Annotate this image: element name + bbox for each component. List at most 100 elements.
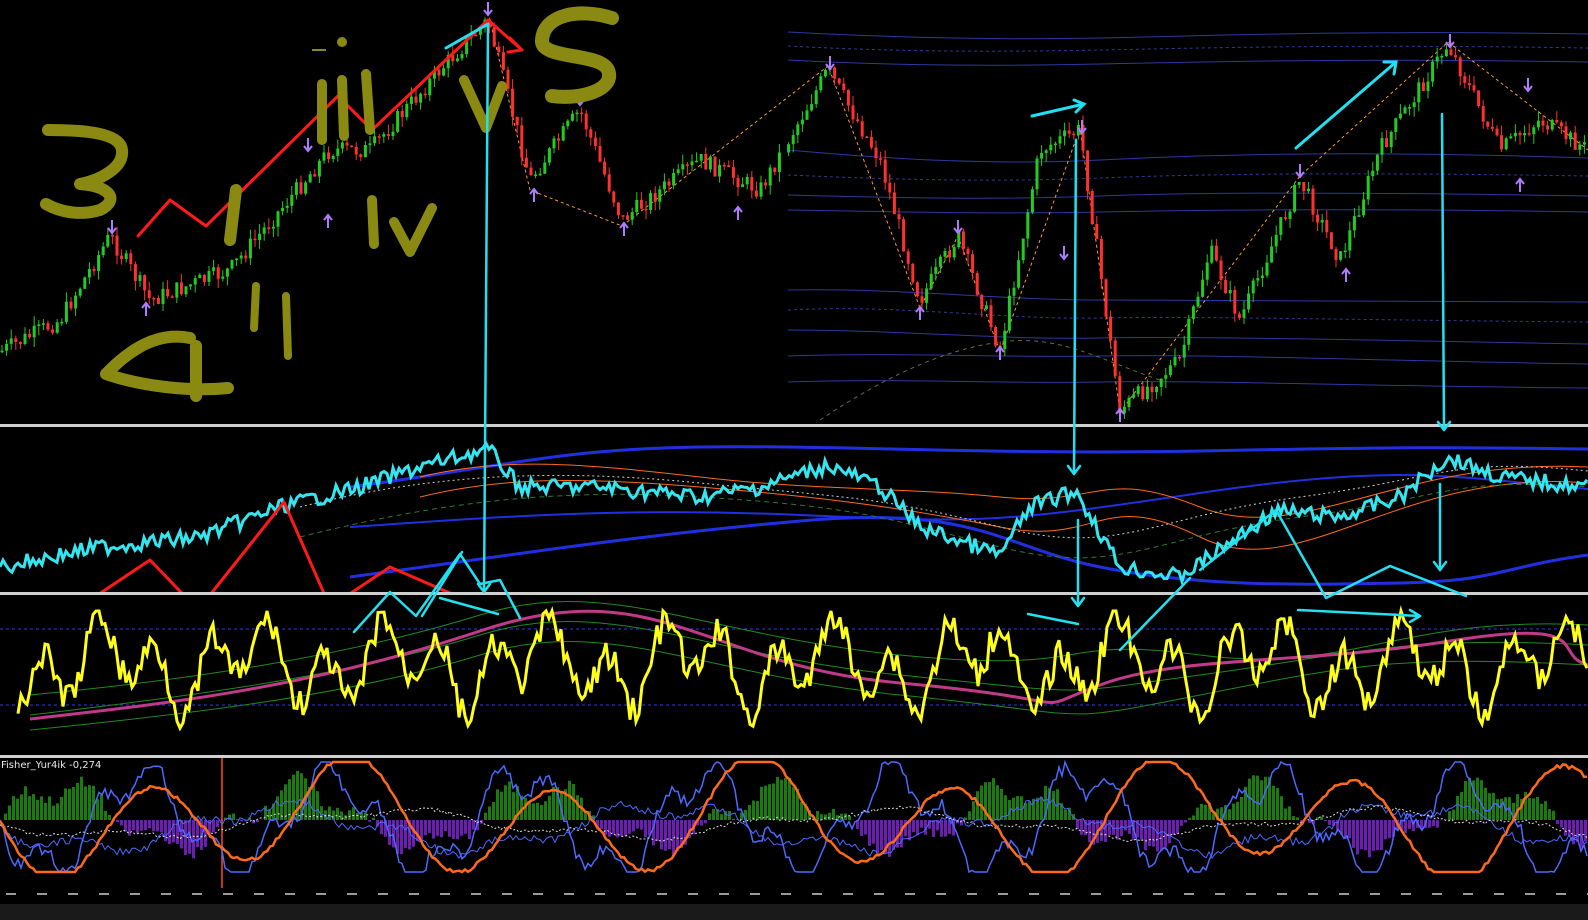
candle-body xyxy=(1210,245,1214,263)
histogram-bar xyxy=(1028,801,1031,820)
histogram-bar xyxy=(752,800,755,820)
histogram-bar xyxy=(712,808,715,820)
histogram-bar xyxy=(108,814,111,820)
candle-body xyxy=(221,276,225,279)
histogram-bar xyxy=(1240,796,1243,820)
candle-body xyxy=(929,273,933,289)
candle-body xyxy=(791,135,795,145)
histogram-bar xyxy=(1272,785,1275,820)
candle-body xyxy=(865,136,869,139)
histogram-bar xyxy=(892,820,895,851)
histogram-bar xyxy=(968,811,971,820)
candle-body xyxy=(69,301,73,309)
candle-body xyxy=(851,105,855,120)
candle-body xyxy=(649,193,653,210)
fractal-up-arrow-icon xyxy=(915,305,925,320)
candle-body xyxy=(718,164,722,177)
candle-body xyxy=(179,282,183,295)
candle-body xyxy=(920,296,924,303)
histogram-bar xyxy=(996,785,999,820)
candle-body xyxy=(874,147,878,159)
fisher-indicator-chart xyxy=(0,758,1588,888)
histogram-bar xyxy=(96,799,99,820)
fractal-up-arrow-icon xyxy=(1341,267,1351,282)
candle-body xyxy=(681,164,685,170)
candle-body xyxy=(1265,262,1269,276)
yellow-oscillator-pane[interactable] xyxy=(0,595,1588,755)
cyan-oscillator-pane[interactable] xyxy=(0,427,1588,592)
candle-body xyxy=(538,173,542,176)
histogram-bar xyxy=(528,802,531,820)
candle-body xyxy=(653,193,657,202)
candle-body xyxy=(110,234,114,237)
cyan-oscillator-chart xyxy=(0,440,1588,592)
fractal-markers xyxy=(107,2,1533,422)
candle-body xyxy=(51,329,55,333)
candle-body xyxy=(1394,118,1398,132)
candle-body xyxy=(313,174,317,177)
candle-body xyxy=(354,146,358,155)
histogram-bar xyxy=(776,776,779,820)
histogram-bar xyxy=(1464,781,1467,820)
candle-body xyxy=(1555,119,1559,123)
candle-body xyxy=(1569,132,1573,140)
candle-body xyxy=(773,167,777,172)
fractal-down-arrow-icon xyxy=(107,220,117,235)
histogram-bar xyxy=(464,820,467,834)
histogram-bar xyxy=(288,779,291,820)
histogram-bar xyxy=(328,806,331,820)
candle-body xyxy=(1012,287,1016,296)
price-chart-pane[interactable]: 1 2 3 4 5 ii iii iv v xyxy=(0,0,1588,424)
histogram-bar xyxy=(1352,820,1355,848)
candle-body xyxy=(906,251,910,264)
histogram-bar xyxy=(1076,820,1079,830)
histogram-bar xyxy=(1064,809,1067,820)
candle-body xyxy=(106,234,110,247)
candle-body xyxy=(1086,150,1090,191)
candle-body xyxy=(41,323,45,325)
candle-body xyxy=(1141,386,1145,400)
histogram-bar xyxy=(504,785,507,820)
histogram-bar xyxy=(1432,820,1435,826)
candle-body xyxy=(1053,143,1057,145)
histogram-bar xyxy=(1124,820,1127,831)
candle-body xyxy=(980,294,984,310)
histogram-bar xyxy=(840,813,843,820)
candle-body xyxy=(883,159,887,183)
histogram-bar xyxy=(336,807,339,820)
histogram-bar xyxy=(624,820,627,836)
histogram-bar xyxy=(912,820,915,833)
candle-body xyxy=(184,286,188,295)
candle-body xyxy=(1518,132,1522,136)
histogram-bar xyxy=(676,820,679,851)
candle-body xyxy=(911,263,915,283)
histogram-bar xyxy=(1236,801,1239,820)
candle-body xyxy=(1302,182,1306,192)
candle-body xyxy=(262,227,266,234)
candle-body xyxy=(1385,138,1389,148)
histogram-bar xyxy=(864,820,867,835)
candle-body xyxy=(1035,158,1039,190)
candle-body xyxy=(285,205,289,208)
candle-body xyxy=(759,182,763,197)
candle-body xyxy=(253,238,257,241)
candle-body xyxy=(1205,262,1209,280)
candle-body xyxy=(1573,132,1577,150)
histogram-bar xyxy=(460,820,463,836)
candle-body xyxy=(524,157,528,168)
candle-body xyxy=(823,69,827,77)
candle-body xyxy=(1541,120,1545,126)
fisher-indicator-pane[interactable]: Fisher_Yur4ik -0,274 xyxy=(0,758,1588,888)
candle-body xyxy=(1348,230,1352,251)
candle-body xyxy=(212,267,216,271)
histogram-bar xyxy=(1288,806,1291,820)
candle-body xyxy=(1182,344,1186,358)
histogram-bar xyxy=(824,814,827,820)
candle-body xyxy=(552,138,556,149)
histogram-bar xyxy=(316,791,319,820)
candle-body xyxy=(888,182,892,193)
candle-body xyxy=(589,129,593,138)
histogram-bar xyxy=(1152,820,1155,847)
candle-body xyxy=(1352,216,1356,231)
candle-body xyxy=(152,297,156,300)
